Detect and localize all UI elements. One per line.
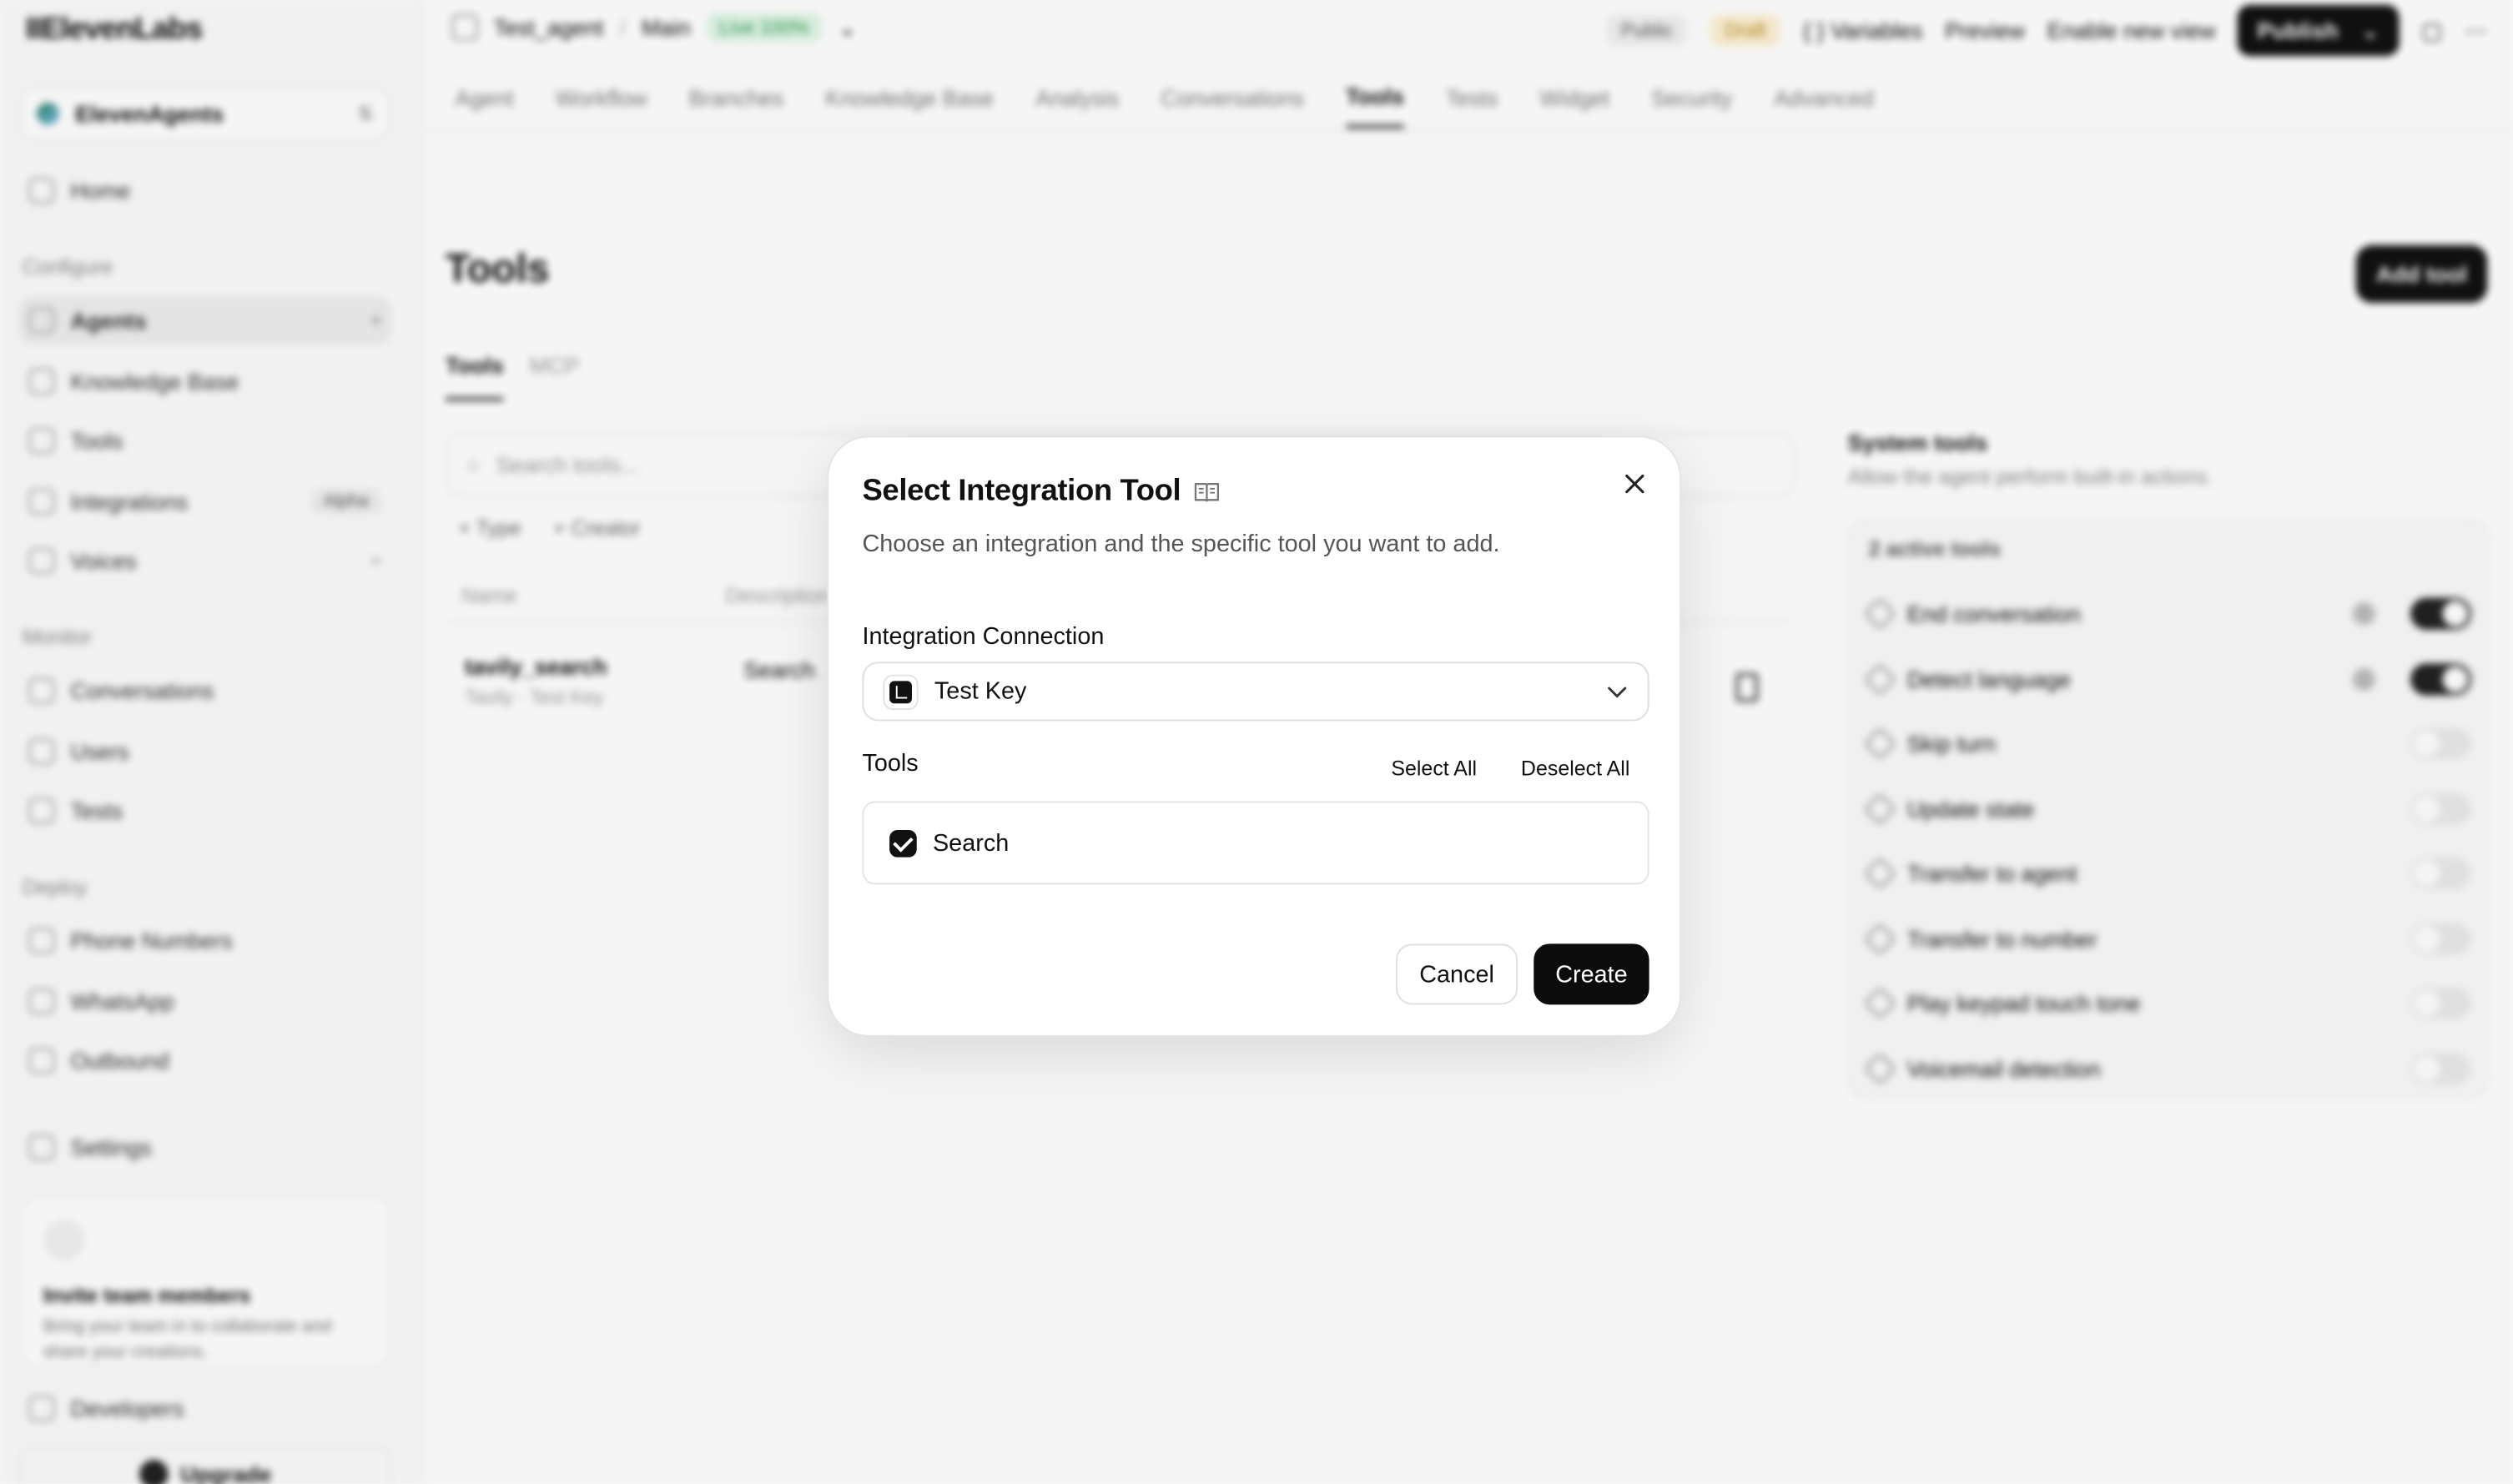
tool-list: Search xyxy=(862,801,1649,885)
select-integration-tool-dialog: Select Integration Tool Choose an integr… xyxy=(827,435,1682,1037)
create-button[interactable]: Create xyxy=(1533,943,1649,1005)
tavily-logo-icon xyxy=(883,673,919,709)
dialog-description: Choose an integration and the specific t… xyxy=(862,530,1500,558)
search-tool-checkbox[interactable] xyxy=(889,829,917,857)
dialog-title: Select Integration Tool xyxy=(862,474,1181,508)
integration-connection-value: Test Key xyxy=(934,677,1027,706)
tools-label: Tools xyxy=(862,749,919,777)
deselect-all-button[interactable]: Deselect All xyxy=(1521,757,1629,781)
select-all-button[interactable]: Select All xyxy=(1391,757,1477,781)
search-tool-label[interactable]: Search xyxy=(933,829,1009,857)
integration-connection-select[interactable]: Test Key xyxy=(862,662,1649,722)
chevron-down-icon xyxy=(1606,680,1629,702)
close-button[interactable] xyxy=(1620,470,1649,499)
cancel-button[interactable]: Cancel xyxy=(1396,943,1518,1005)
close-icon xyxy=(1625,474,1644,494)
book-icon[interactable] xyxy=(1194,480,1220,503)
integration-connection-label: Integration Connection xyxy=(862,623,1105,651)
